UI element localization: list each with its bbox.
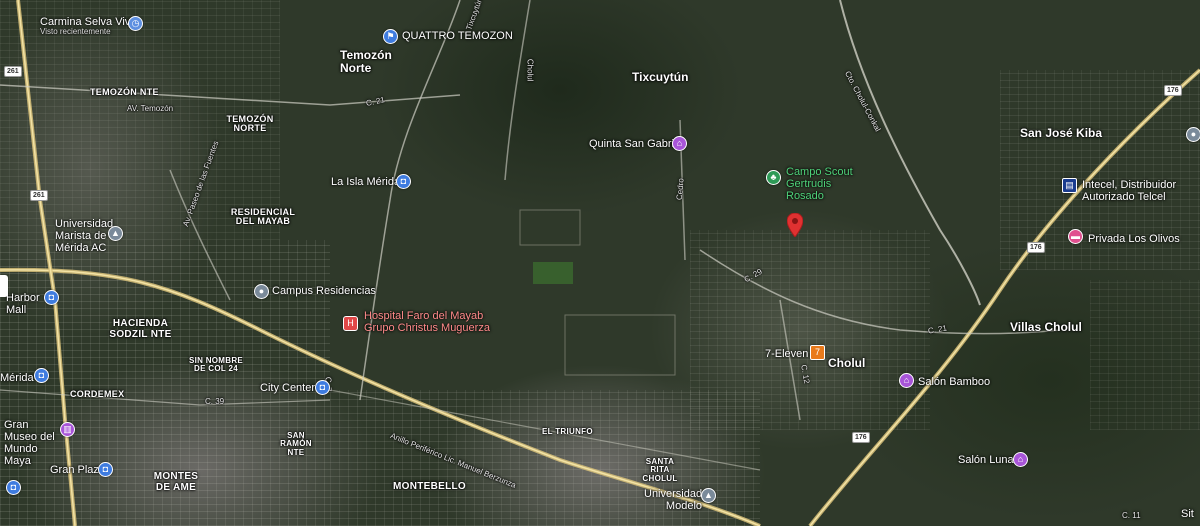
venue-pin-icon-luna[interactable]: ⌂ <box>1013 452 1028 467</box>
place-label-temozon-nte: TEMOZÓN NTE <box>90 87 159 97</box>
place-pin-icon[interactable]: ● <box>254 284 269 299</box>
hotel-pin-icon[interactable]: ▬ <box>1068 229 1083 244</box>
poi-sitio-partial[interactable]: Sit <box>1181 508 1194 520</box>
highway-shield-261-north: 261 <box>4 66 22 77</box>
history-pin-icon[interactable]: ◷ <box>128 16 143 31</box>
road-network <box>0 0 1200 526</box>
school-pin-icon-modelo[interactable]: ▲ <box>701 488 716 503</box>
place-label-cordemex: CORDEMEX <box>70 389 125 399</box>
poi-gran-plaza[interactable]: Gran Plaza <box>50 464 105 476</box>
road-label-cholul-road: Cholul <box>525 58 535 82</box>
road-label-c39: C. 39 <box>205 397 225 406</box>
hospital-pin-icon[interactable]: H <box>343 316 358 331</box>
place-label-montebello: MONTEBELLO <box>393 481 466 492</box>
poi-universidad-marista[interactable]: Universidad Marista de Mérida AC <box>55 218 115 254</box>
place-label-hacienda-sodzil: HACIENDA SODZIL NTE <box>109 318 172 340</box>
bag-pin-icon[interactable]: ◘ <box>6 480 21 495</box>
place-label-el-triunfo: EL TRIUNFO <box>542 427 593 436</box>
place-label-san-jose-kiba: San José Kiba <box>1020 126 1103 140</box>
highway-shield-176-south: 176 <box>852 432 870 443</box>
store-pin-icon[interactable]: ▤ <box>1062 178 1077 193</box>
tree-pin-icon[interactable]: ♣ <box>766 170 781 185</box>
highway-shield-261-south: 261 <box>30 190 48 201</box>
poi-campo-scout[interactable]: Campo Scout Gertrudis Rosado <box>786 166 866 202</box>
place-label-cholul: Cholul <box>828 356 866 370</box>
place-label-residencial-del-mayab: RESIDENCIAL DEL MAYAB <box>230 207 296 227</box>
place-label-san-ramon: SAN RAMÓN NTE <box>280 431 312 457</box>
place-label-tixcuytun: Tixcuytún <box>632 70 689 84</box>
poi-salon-luna[interactable]: Salón Luna <box>958 454 1014 466</box>
place-label-sin-nombre: SIN NOMBRE DE COL 24 <box>188 356 244 374</box>
satellite-map[interactable]: 261 261 176 176 176 Temozón Norte Tixcuy… <box>0 0 1200 526</box>
flag-pin-icon[interactable]: ⚑ <box>383 29 398 44</box>
poi-quinta-san-gabriel[interactable]: Quinta San Gabriel <box>589 138 683 150</box>
poi-merida[interactable]: Mérida <box>0 372 34 384</box>
poi-subtitle: Visto recientemente <box>40 27 111 37</box>
highway-shield-176-east: 176 <box>1164 85 1182 96</box>
event-venue-pin-icon[interactable]: ⌂ <box>672 136 687 151</box>
poi-harbor-mall[interactable]: Harbor Mall <box>6 292 46 316</box>
venue-pin-icon-bamboo[interactable]: ⌂ <box>899 373 914 388</box>
place-pin-icon-east[interactable]: ● <box>1186 127 1200 142</box>
poi-hospital-faro[interactable]: Hospital Faro del Mayab Grupo Christus M… <box>364 310 504 334</box>
selected-location-pin-icon[interactable] <box>787 213 803 237</box>
place-label-temozon-norte-2: TEMOZÓN NORTE <box>226 114 274 134</box>
shopping-pin-icon-merida[interactable]: ◘ <box>34 368 49 383</box>
poi-city-center[interactable]: City Center <box>260 382 315 394</box>
shopping-pin-icon-harbor[interactable]: ◘ <box>44 290 59 305</box>
side-panel-toggle[interactable] <box>0 275 8 297</box>
poi-la-isla-merida[interactable]: La Isla Mérida <box>331 176 400 188</box>
poi-intecel[interactable]: Intecel, Distribuidor Autorizado Telcel <box>1082 179 1192 203</box>
place-label-santa-rita: SANTA RITA CHOLUL <box>642 457 678 483</box>
poi-privada-los-olivos[interactable]: Privada Los Olivos <box>1088 233 1180 245</box>
poi-7-eleven[interactable]: 7-Eleven <box>765 348 808 360</box>
shopping-pin-icon-gran-plaza[interactable]: ◘ <box>98 462 113 477</box>
place-label-temozon-norte: Temozón Norte <box>340 48 392 75</box>
place-label-montes-de-ame: MONTES DE AME <box>153 471 199 493</box>
highway-shield-176-mid: 176 <box>1027 242 1045 253</box>
poi-quattro-temozon[interactable]: QUATTRO TEMOZON <box>402 30 513 42</box>
poi-salon-bamboo[interactable]: Salón Bamboo <box>918 376 990 388</box>
poi-campus-residencias[interactable]: Campus Residencias <box>272 285 376 297</box>
poi-carmina-selva-viva[interactable]: Carmina Selva Viva Visto recientemente <box>40 16 136 37</box>
poi-universidad-modelo[interactable]: Universidad Modelo <box>644 488 702 512</box>
shopping-pin-icon[interactable]: ◘ <box>396 174 411 189</box>
place-label-villas-cholul: Villas Cholul <box>1010 320 1082 334</box>
school-pin-icon[interactable]: ▲ <box>108 226 123 241</box>
museum-pin-icon[interactable]: ▥ <box>60 422 75 437</box>
road-label-av-temozon: AV. Temozón <box>127 104 174 113</box>
convenience-store-pin-icon[interactable]: 7 <box>810 345 825 360</box>
shopping-pin-icon-city-center[interactable]: ◘ <box>315 380 330 395</box>
poi-gran-museo[interactable]: Gran Museo del Mundo Maya <box>4 419 62 467</box>
road-label-c11: C. 11 <box>1122 511 1141 520</box>
